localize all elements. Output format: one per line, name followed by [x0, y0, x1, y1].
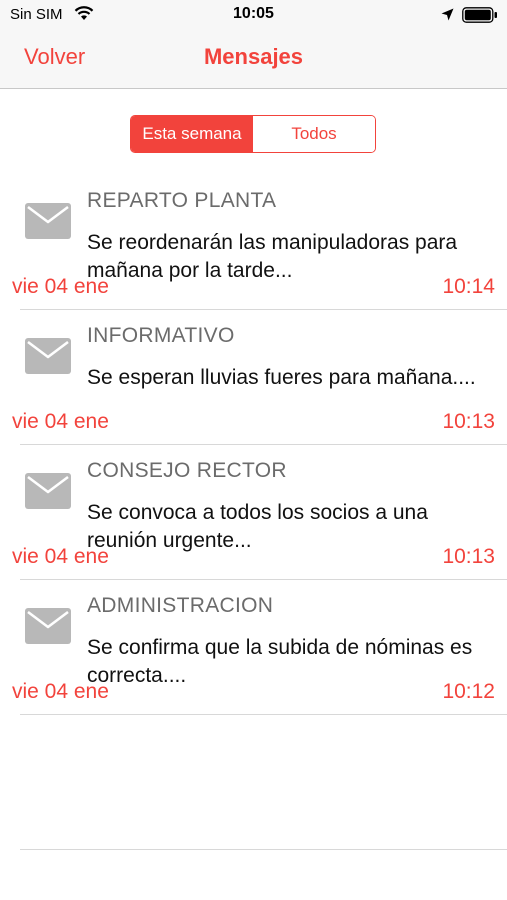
message-sender: CONSEJO RECTOR	[87, 459, 287, 482]
message-row[interactable]: ADMINISTRACION Se confirma que la subida…	[0, 580, 507, 715]
message-row[interactable]: REPARTO PLANTA Se reordenarán las manipu…	[0, 175, 507, 310]
clock: 10:05	[233, 5, 274, 22]
battery-icon	[462, 7, 497, 23]
message-date: vie 04 ene	[12, 410, 109, 433]
message-preview: Se esperan lluvias fueres para mañana...…	[87, 366, 476, 389]
message-sender: ADMINISTRACION	[87, 594, 274, 617]
mail-icon	[25, 203, 71, 239]
status-bar: Sin SIM 10:05	[0, 0, 507, 30]
message-preview: Se confirma que la subida de nóminas es …	[87, 636, 473, 687]
message-date: vie 04 ene	[12, 680, 109, 703]
mail-icon	[25, 608, 71, 644]
mail-icon	[25, 338, 71, 374]
message-time: 10:13	[442, 545, 495, 568]
message-time: 10:13	[442, 410, 495, 433]
message-row[interactable]: INFORMATIVO Se esperan lluvias fueres pa…	[0, 310, 507, 445]
message-date: vie 04 ene	[12, 545, 109, 568]
message-time: 10:12	[442, 680, 495, 703]
location-icon	[441, 8, 454, 21]
segment-this-week[interactable]: Esta semana	[131, 116, 253, 152]
message-row[interactable]: CONSEJO RECTOR Se convoca a todos los so…	[0, 445, 507, 580]
segment-all[interactable]: Todos	[253, 116, 375, 152]
divider	[20, 714, 507, 715]
message-time: 10:14	[442, 275, 495, 298]
message-date: vie 04 ene	[12, 275, 109, 298]
message-sender: REPARTO PLANTA	[87, 189, 277, 212]
message-sender: INFORMATIVO	[87, 324, 235, 347]
message-preview: Se convoca a todos los socios a una reun…	[87, 501, 428, 552]
message-list: REPARTO PLANTA Se reordenarán las manipu…	[0, 175, 507, 715]
navigation-bar: Volver Mensajes	[0, 30, 507, 89]
message-preview: Se reordenarán las manipuladoras para ma…	[87, 231, 458, 282]
divider	[20, 849, 507, 850]
mail-icon	[25, 473, 71, 509]
page-title: Mensajes	[203, 44, 304, 69]
segmented-control: Esta semana Todos	[130, 115, 376, 153]
